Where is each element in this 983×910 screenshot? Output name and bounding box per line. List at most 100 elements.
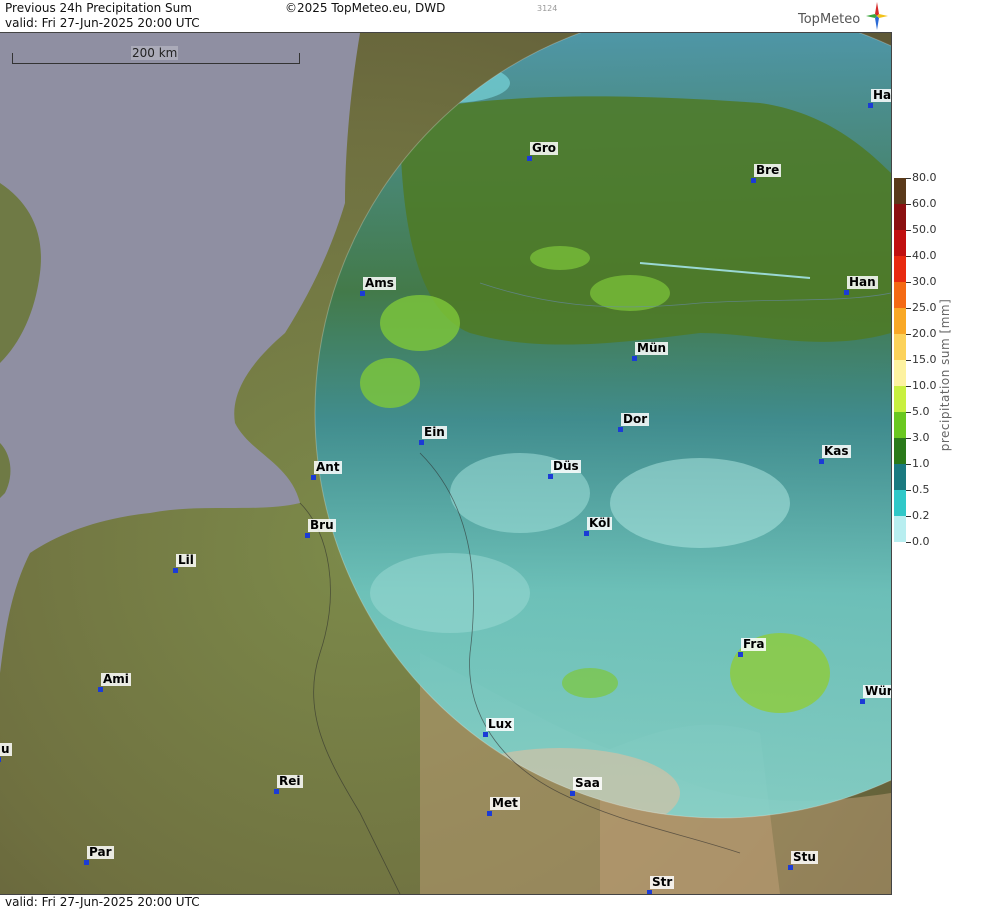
legend-title: precipitation sum [mm]	[938, 298, 952, 452]
city-label: Han	[847, 275, 878, 289]
city-dot-icon	[98, 687, 103, 692]
legend-swatch	[894, 230, 906, 256]
legend-label: 0.2	[912, 509, 930, 522]
legend-tick	[906, 386, 911, 387]
city-dot-icon	[860, 699, 865, 704]
legend-swatch	[894, 386, 906, 412]
legend-label: 0.0	[912, 535, 930, 548]
legend-label: 30.0	[912, 275, 937, 288]
footer-valid-time: valid: Fri 27-Jun-2025 20:00 UTC	[5, 895, 200, 909]
legend-swatch	[894, 334, 906, 360]
legend-label: 0.5	[912, 483, 930, 496]
legend-swatch	[894, 490, 906, 516]
legend-tick	[906, 360, 911, 361]
legend-tick	[906, 490, 911, 491]
city-label: Fra	[741, 637, 767, 651]
city-label: Ant	[314, 460, 342, 474]
legend-swatch	[894, 308, 906, 334]
scale-label: 200 km	[131, 46, 179, 60]
legend-tick	[906, 178, 911, 179]
legend-swatch	[894, 412, 906, 438]
city-label: u	[0, 742, 12, 756]
city-dot-icon	[618, 427, 623, 432]
city-label: Lil	[176, 553, 196, 567]
city-dot-icon	[548, 474, 553, 479]
legend-label: 5.0	[912, 405, 930, 418]
city-label: Bru	[308, 518, 336, 532]
legend-tick	[906, 464, 911, 465]
legend-tick	[906, 308, 911, 309]
city-dot-icon	[570, 791, 575, 796]
legend-swatch	[894, 178, 906, 204]
legend-swatch	[894, 438, 906, 464]
city-label: Ami	[101, 672, 131, 686]
legend-swatch	[894, 204, 906, 230]
city-label: Bre	[754, 163, 782, 177]
city-dot-icon	[788, 865, 793, 870]
city-dot-icon	[751, 178, 756, 183]
legend-label: 50.0	[912, 223, 937, 236]
copyright: ©2025 TopMeteo.eu, DWD	[285, 1, 446, 15]
city-label: Wür	[863, 685, 891, 698]
city-dot-icon	[868, 103, 873, 108]
legend-tick	[906, 438, 911, 439]
footer-bar: valid: Fri 27-Jun-2025 20:00 UTC	[0, 894, 892, 910]
legend-label: 15.0	[912, 353, 937, 366]
legend-tick	[906, 256, 911, 257]
legend-swatch	[894, 282, 906, 308]
city-label: Met	[490, 796, 520, 810]
legend-swatch	[894, 256, 906, 282]
city-dot-icon	[819, 459, 824, 464]
legend-swatch	[894, 464, 906, 490]
city-label: Düs	[551, 459, 581, 473]
city-dot-icon	[311, 475, 316, 480]
header-bar: Previous 24h Precipitation Sum valid: Fr…	[0, 0, 892, 33]
legend-tick	[906, 204, 911, 205]
map-title: Previous 24h Precipitation Sum	[5, 1, 192, 15]
brand-logo-text: TopMeteo	[798, 12, 861, 27]
precipitation-map[interactable]: 200 km Ha Gro Bre Ams Han Mün Ein Dor Ka…	[0, 33, 892, 894]
city-label: Dor	[621, 412, 650, 426]
city-dot-icon	[632, 356, 637, 361]
legend-tick	[906, 230, 911, 231]
legend-swatch	[894, 360, 906, 386]
city-dot-icon	[483, 732, 488, 737]
legend-label: 3.0	[912, 431, 930, 444]
legend-label: 25.0	[912, 301, 937, 314]
city-dot-icon	[360, 291, 365, 296]
city-label: Mün	[635, 341, 669, 355]
city-label: Köl	[587, 516, 613, 530]
legend-label: 80.0	[912, 171, 937, 184]
city-label: Saa	[573, 776, 602, 790]
legend-swatch	[894, 516, 906, 542]
map-code: 3124	[537, 4, 558, 13]
city-dot-icon	[84, 860, 89, 865]
city-label: Ein	[422, 425, 447, 439]
city-dot-icon	[305, 533, 310, 538]
city-label: Lux	[486, 717, 514, 731]
legend-tick	[906, 516, 911, 517]
legend-tick	[906, 334, 911, 335]
legend-tick	[906, 542, 911, 543]
city-label: Ha	[871, 88, 892, 102]
city-dot-icon	[738, 652, 743, 657]
city-dot-icon	[419, 440, 424, 445]
city-dot-icon	[173, 568, 178, 573]
legend-label: 60.0	[912, 197, 937, 210]
city-label: Gro	[530, 141, 559, 155]
legend-label: 10.0	[912, 379, 937, 392]
city-label: Ams	[363, 276, 396, 290]
legend-tick	[906, 412, 911, 413]
city-label: Stu	[791, 850, 818, 864]
city-label: Rei	[277, 774, 303, 788]
legend-label: 1.0	[912, 457, 930, 470]
legend-label: 20.0	[912, 327, 937, 340]
legend-label: 40.0	[912, 249, 937, 262]
city-dot-icon	[0, 757, 1, 762]
city-label: Kas	[822, 444, 851, 458]
city-dot-icon	[584, 531, 589, 536]
compass-logo-icon	[866, 2, 888, 30]
city-dot-icon	[487, 811, 492, 816]
city-label: Str	[650, 875, 675, 889]
city-dot-icon	[527, 156, 532, 161]
